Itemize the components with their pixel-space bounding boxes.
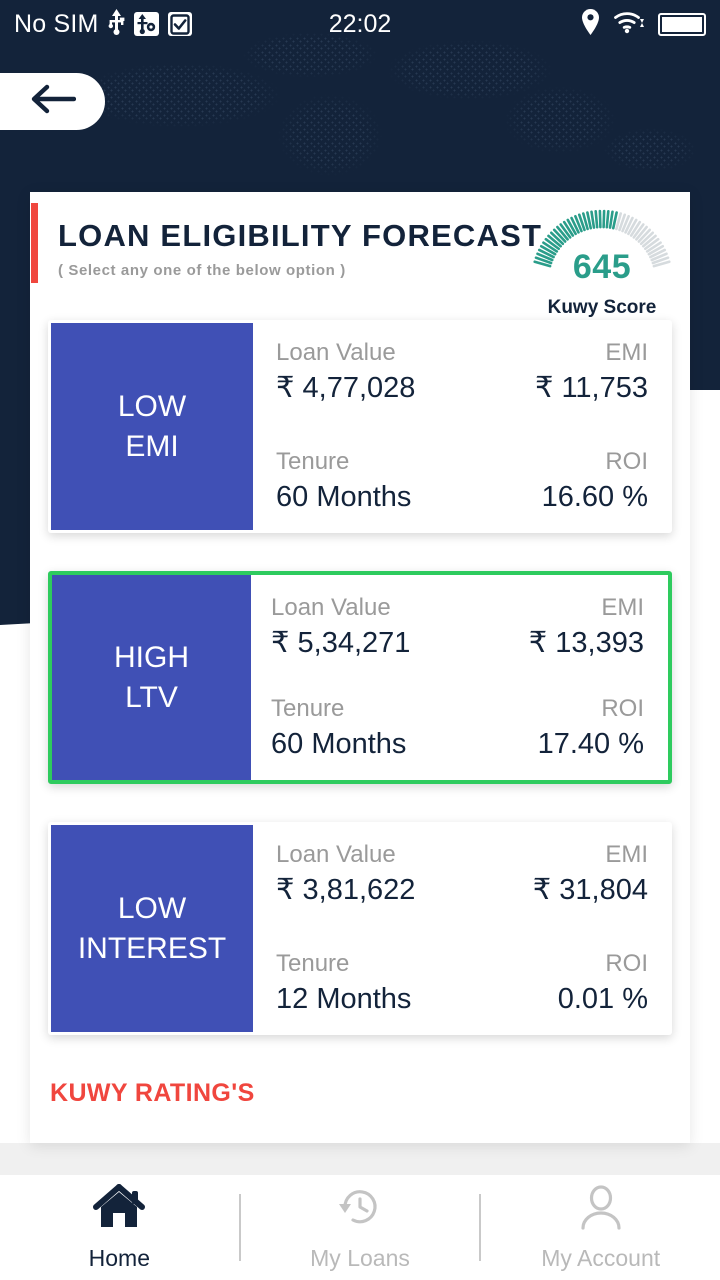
loan-value-amount: ₹ 5,34,271: [271, 627, 411, 659]
nav-label-my-loans: My Loans: [310, 1245, 410, 1271]
loan-value-cell: Loan Value ₹ 3,81,622: [276, 840, 415, 910]
wifi-icon: [613, 10, 645, 39]
tenure-cell: Tenure 60 Months: [271, 694, 406, 764]
option-card-list: LOW EMI Loan Value ₹ 4,77,028 EMI ₹ 11,7…: [30, 320, 690, 1035]
nav-item-my-account[interactable]: My Account: [481, 1183, 720, 1272]
nav-item-home[interactable]: Home: [0, 1183, 239, 1272]
emi-amount: ₹ 13,393: [528, 627, 644, 659]
emi-label: EMI: [605, 339, 648, 366]
history-clock-icon: [333, 1183, 387, 1236]
table-row: Loan Value ₹ 3,81,622 EMI ₹ 31,804: [276, 840, 648, 910]
panel-bottom-gap: [0, 1143, 720, 1175]
option-name-line1: LOW: [117, 891, 187, 925]
roi-label: ROI: [605, 950, 648, 978]
page-subtitle: ( Select any one of the below option ): [58, 262, 346, 279]
tenure-cell: Tenure 12 Months: [276, 949, 411, 1019]
option-name-line1: HIGH: [114, 640, 189, 674]
nav-label-my-account: My Account: [541, 1245, 661, 1271]
forecast-panel: LOAN ELIGIBILITY FORECAST ( Select any o…: [30, 192, 690, 1143]
kuwy-ratings-heading[interactable]: KUWY RATING'S: [30, 1073, 690, 1108]
page-title: LOAN ELIGIBILITY FORECAST: [58, 218, 543, 253]
loan-value-amount: ₹ 3,81,622: [276, 874, 416, 906]
loan-value-cell: Loan Value ₹ 4,77,028: [276, 338, 415, 408]
option-name-line1: LOW: [117, 389, 187, 423]
option-card-low-interest[interactable]: LOW INTEREST Loan Value ₹ 3,81,622 EMI ₹…: [48, 822, 672, 1035]
option-name-line2: EMI: [125, 429, 179, 463]
option-tile: HIGH LTV: [52, 575, 251, 780]
loan-value-cell: Loan Value ₹ 5,34,271: [271, 593, 410, 663]
option-tile: LOW EMI: [51, 323, 253, 530]
tenure-label: Tenure: [276, 448, 350, 476]
arrow-left-icon: [30, 83, 76, 120]
score-value: 645: [572, 248, 632, 286]
tenure-cell: Tenure 60 Months: [276, 447, 411, 517]
tenure-label: Tenure: [271, 695, 345, 723]
status-bar: No SIM 22:02: [0, 0, 720, 48]
table-row: Tenure 60 Months ROI 17.40 %: [271, 694, 644, 764]
roi-value: 16.60 %: [541, 481, 648, 514]
option-details: Loan Value ₹ 4,77,028 EMI ₹ 11,753 Tenur…: [256, 320, 672, 533]
roi-value: 0.01 %: [557, 983, 648, 1016]
roi-value: 17.40 %: [537, 728, 644, 761]
loan-value-label: Loan Value: [271, 594, 391, 621]
emi-amount: ₹ 31,804: [532, 874, 648, 906]
tenure-value: 60 Months: [276, 481, 412, 514]
roi-cell: ROI 0.01 %: [558, 949, 648, 1019]
option-details: Loan Value ₹ 3,81,622 EMI ₹ 31,804 Tenur…: [256, 822, 672, 1035]
roi-label: ROI: [601, 695, 644, 723]
battery-full-icon: [658, 12, 706, 36]
back-button[interactable]: [0, 73, 105, 130]
table-row: Tenure 12 Months ROI 0.01 %: [276, 949, 648, 1019]
emi-label: EMI: [605, 841, 648, 868]
table-row: Loan Value ₹ 4,77,028 EMI ₹ 11,753: [276, 338, 648, 408]
tenure-value: 60 Months: [271, 728, 407, 761]
table-row: Loan Value ₹ 5,34,271 EMI ₹ 13,393: [271, 593, 644, 663]
emi-cell: EMI ₹ 31,804: [533, 840, 648, 910]
loan-value-label: Loan Value: [276, 841, 396, 868]
option-details: Loan Value ₹ 5,34,271 EMI ₹ 13,393 Tenur…: [251, 575, 668, 780]
panel-header: LOAN ELIGIBILITY FORECAST ( Select any o…: [30, 192, 690, 320]
loan-value-amount: ₹ 4,77,028: [276, 372, 416, 404]
nav-item-my-loans[interactable]: My Loans: [241, 1183, 480, 1272]
roi-cell: ROI 16.60 %: [542, 447, 648, 517]
emi-cell: EMI ₹ 13,393: [529, 593, 644, 663]
nav-label-home: Home: [88, 1245, 151, 1271]
emi-label: EMI: [601, 594, 644, 621]
roi-cell: ROI 17.40 %: [538, 694, 644, 764]
option-card-low-emi[interactable]: LOW EMI Loan Value ₹ 4,77,028 EMI ₹ 11,7…: [48, 320, 672, 533]
home-icon: [92, 1183, 146, 1236]
emi-amount: ₹ 11,753: [534, 372, 648, 404]
emi-cell: EMI ₹ 11,753: [535, 338, 648, 408]
location-pin-icon: [581, 8, 600, 40]
option-card-high-ltv[interactable]: HIGH LTV Loan Value ₹ 5,34,271 EMI ₹ 13,…: [48, 571, 672, 784]
red-accent-bar: [31, 203, 38, 283]
tenure-value: 12 Months: [276, 983, 412, 1016]
kuwy-score-gauge: 645 Kuwy Score: [528, 197, 676, 319]
option-tile: LOW INTEREST: [51, 825, 253, 1032]
option-name-line2: LTV: [125, 680, 178, 714]
option-name-line2: INTEREST: [77, 931, 227, 965]
person-icon: [574, 1183, 628, 1236]
loan-value-label: Loan Value: [276, 339, 396, 366]
header-text-group: LOAN ELIGIBILITY FORECAST ( Select any o…: [58, 220, 542, 279]
status-bar-right: [581, 8, 706, 40]
roi-label: ROI: [605, 448, 648, 476]
bottom-navigation: Home My Loans My Account: [0, 1175, 720, 1280]
table-row: Tenure 60 Months ROI 16.60 %: [276, 447, 648, 517]
score-label: Kuwy Score: [547, 297, 657, 318]
tenure-label: Tenure: [276, 950, 350, 978]
